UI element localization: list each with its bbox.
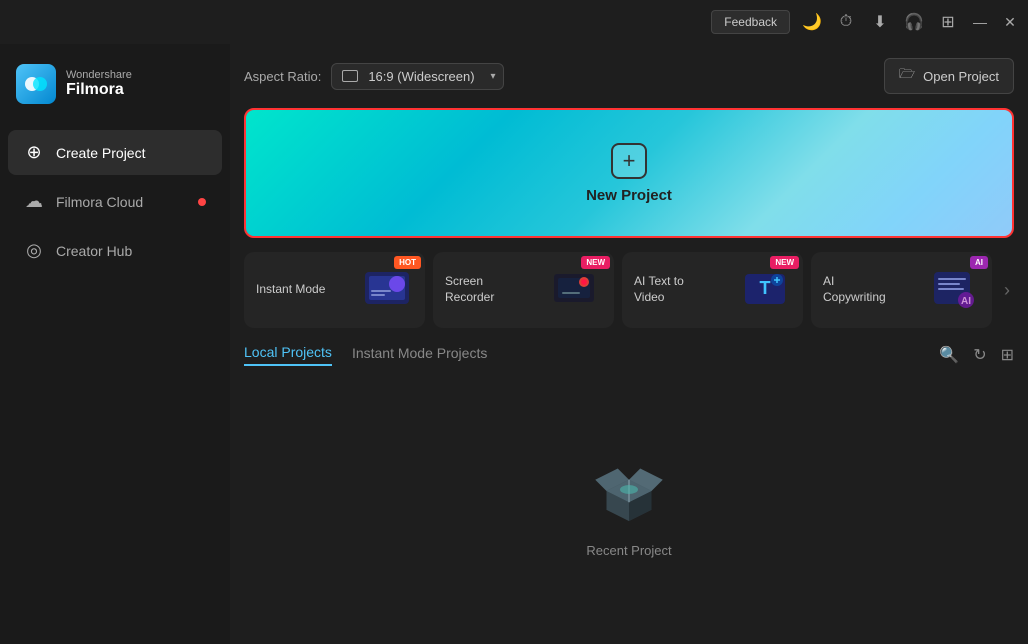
app-body: Wondershare Filmora ⊕ Create Project ☁ F… <box>0 44 1028 644</box>
new-project-banner[interactable]: + New Project <box>244 108 1014 238</box>
feature-card-ai-copywriting[interactable]: AI Copywriting AI AI <box>811 252 992 328</box>
more-cards-button[interactable]: › <box>1000 252 1014 328</box>
sidebar-item-label-cloud: Filmora Cloud <box>56 194 143 210</box>
feedback-button[interactable]: Feedback <box>711 10 790 34</box>
history-icon[interactable]: ⏱ <box>834 10 858 34</box>
aspect-ratio-value: 16:9 (Widescreen) <box>368 69 474 84</box>
brand-name: Filmora <box>66 81 132 99</box>
download-icon[interactable]: ⬇ <box>868 10 892 34</box>
tab-instant-mode-projects[interactable]: Instant Mode Projects <box>352 345 487 365</box>
svg-text:AI: AI <box>961 296 971 307</box>
title-bar-icons: 🌙 ⏱ ⬇ 🎧 ⊞ — ✕ <box>800 10 1020 34</box>
creator-hub-icon: ◎ <box>24 240 44 261</box>
ai-copywriting-icon: AI <box>928 264 980 316</box>
open-project-button[interactable]: 🗁 Open Project <box>884 58 1014 94</box>
main-content: Aspect Ratio: 16:9 (Widescreen) ▾ 🗁 Open… <box>230 44 1028 644</box>
instant-mode-badge: HOT <box>394 256 421 269</box>
cloud-icon: ☁ <box>24 191 44 212</box>
empty-state-illustration <box>584 451 674 531</box>
instant-mode-label: Instant Mode <box>256 282 325 298</box>
logo-icon <box>16 64 56 104</box>
title-bar: Feedback 🌙 ⏱ ⬇ 🎧 ⊞ — ✕ <box>0 0 1028 44</box>
create-project-icon: ⊕ <box>24 142 44 163</box>
feature-card-ai-text-to-video[interactable]: AI Text to Video T NEW <box>622 252 803 328</box>
tab-local-projects[interactable]: Local Projects <box>244 344 332 366</box>
feature-cards: Instant Mode HOT Screen Recorder <box>244 252 1014 328</box>
aspect-ratio-label: Aspect Ratio: <box>244 69 321 84</box>
ai-text-to-video-badge: NEW <box>770 256 799 269</box>
ai-copywriting-label: AI Copywriting <box>823 274 893 305</box>
theme-icon[interactable]: 🌙 <box>800 10 824 34</box>
aspect-ratio-icon <box>342 70 358 82</box>
logo-text: Wondershare Filmora <box>66 69 132 99</box>
sidebar-item-creator-hub[interactable]: ◎ Creator Hub <box>8 228 222 273</box>
grid-icon[interactable]: ⊞ <box>936 10 960 34</box>
support-icon[interactable]: 🎧 <box>902 10 926 34</box>
refresh-icon[interactable]: ↻ <box>973 345 986 365</box>
logo-area: Wondershare Filmora <box>0 54 230 128</box>
aspect-ratio-section: Aspect Ratio: 16:9 (Widescreen) ▾ <box>244 63 504 90</box>
svg-text:T: T <box>760 278 771 298</box>
sidebar-item-create-project[interactable]: ⊕ Create Project <box>8 130 222 175</box>
brand-top: Wondershare <box>66 69 132 81</box>
screen-recorder-label: Screen Recorder <box>445 274 515 305</box>
tabs-right: 🔍 ↻ ⊞ <box>939 345 1014 365</box>
projects-tabs: Local Projects Instant Mode Projects 🔍 ↻… <box>244 344 1014 366</box>
ai-copywriting-badge: AI <box>970 256 988 269</box>
screen-recorder-icon <box>550 264 602 316</box>
chevron-down-icon: ▾ <box>491 71 496 82</box>
empty-state: Recent Project <box>244 378 1014 630</box>
sidebar-item-label-create: Create Project <box>56 145 145 161</box>
instant-mode-icon <box>361 264 413 316</box>
ai-text-to-video-icon: T <box>739 264 791 316</box>
tabs-left: Local Projects Instant Mode Projects <box>244 344 487 366</box>
sidebar: Wondershare Filmora ⊕ Create Project ☁ F… <box>0 44 230 644</box>
sidebar-item-filmora-cloud[interactable]: ☁ Filmora Cloud <box>8 179 222 224</box>
grid-view-icon[interactable]: ⊞ <box>1001 345 1014 365</box>
folder-icon: 🗁 <box>899 65 915 87</box>
open-project-label: Open Project <box>923 69 999 84</box>
feature-card-screen-recorder[interactable]: Screen Recorder NEW <box>433 252 614 328</box>
sidebar-item-label-hub: Creator Hub <box>56 243 132 259</box>
screen-recorder-badge: NEW <box>581 256 610 269</box>
minimize-button[interactable]: — <box>970 12 990 32</box>
new-project-plus-icon: + <box>611 143 647 179</box>
close-button[interactable]: ✕ <box>1000 12 1020 32</box>
ai-text-to-video-label: AI Text to Video <box>634 274 704 305</box>
search-icon[interactable]: 🔍 <box>939 345 959 365</box>
cloud-notification-badge <box>198 198 206 206</box>
feature-card-instant-mode[interactable]: Instant Mode HOT <box>244 252 425 328</box>
new-project-label: New Project <box>586 187 672 204</box>
top-bar: Aspect Ratio: 16:9 (Widescreen) ▾ 🗁 Open… <box>244 58 1014 94</box>
aspect-ratio-select[interactable]: 16:9 (Widescreen) ▾ <box>331 63 503 90</box>
aspect-ratio-select-wrapper[interactable]: 16:9 (Widescreen) ▾ <box>331 63 503 90</box>
empty-state-label: Recent Project <box>586 543 671 558</box>
